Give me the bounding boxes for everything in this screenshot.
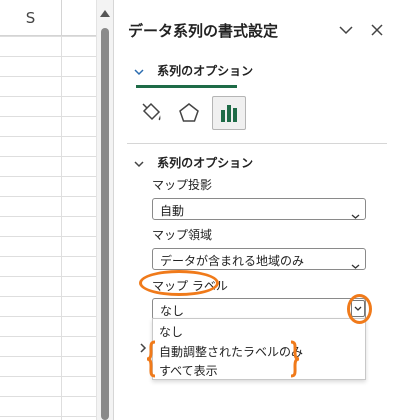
column-header-next[interactable] xyxy=(62,0,96,36)
select-value: データが含まれる地域のみ xyxy=(160,254,305,268)
spreadsheet-area[interactable]: S xyxy=(0,0,96,420)
map-area-select[interactable]: データが含まれる地域のみ xyxy=(152,248,366,270)
chevron-down-icon xyxy=(339,26,353,35)
chevron-down-icon xyxy=(134,153,144,172)
map-labels-dropdown-list: なし 自動調整されたラベルのみ すべて表示 xyxy=(152,318,366,380)
annotation-ellipse xyxy=(139,270,219,296)
fill-bucket-icon xyxy=(142,102,161,121)
effects-category-button[interactable] xyxy=(172,96,206,130)
close-icon xyxy=(371,24,383,36)
bar-chart-icon xyxy=(221,105,237,122)
annotation-left-brace xyxy=(146,340,156,378)
vertical-scrollbar[interactable] xyxy=(96,0,113,420)
pane-options-button[interactable] xyxy=(336,20,356,40)
map-projection-select[interactable]: 自動 xyxy=(152,198,366,220)
annotation-right-brace xyxy=(290,340,300,378)
pane-title: データ系列の書式設定 xyxy=(128,22,279,40)
map-labels-select[interactable]: なし xyxy=(152,298,366,320)
section-label: 系列のオプション xyxy=(157,156,254,170)
column-header-row: S xyxy=(0,0,96,36)
format-data-series-pane: データ系列の書式設定 系列のオプション 系列のオプション マップ投影 自動 マッ… xyxy=(113,0,400,420)
tab-active-underline xyxy=(136,85,237,88)
chevron-down-icon xyxy=(351,255,360,274)
tab-label: 系列のオプション xyxy=(157,64,254,78)
dropdown-option-none[interactable]: なし xyxy=(159,323,183,340)
scroll-up-icon[interactable] xyxy=(100,10,110,17)
tab-series-options[interactable]: 系列のオプション xyxy=(134,60,253,86)
section-series-options-header[interactable]: 系列のオプション xyxy=(134,152,253,172)
select-value: なし xyxy=(160,304,185,318)
series-options-category-button[interactable] xyxy=(212,96,246,130)
column-header-s[interactable]: S xyxy=(0,0,62,36)
cell-grid[interactable] xyxy=(0,36,96,420)
map-area-label: マップ領域 xyxy=(152,228,213,242)
close-pane-button[interactable] xyxy=(367,20,387,40)
dropdown-option-best-fit-only[interactable]: 自動調整されたラベルのみ xyxy=(159,343,303,360)
pentagon-icon xyxy=(179,103,199,122)
map-projection-label: マップ投影 xyxy=(152,178,213,192)
dropdown-option-show-all[interactable]: すべて表示 xyxy=(159,362,218,379)
chevron-down-icon xyxy=(351,205,360,224)
chevron-down-icon xyxy=(134,61,144,80)
annotation-circle xyxy=(347,294,372,324)
pane-divider xyxy=(127,143,387,144)
scrollbar-thumb[interactable] xyxy=(101,28,109,420)
fill-line-category-button[interactable] xyxy=(134,96,168,130)
select-value: 自動 xyxy=(160,204,185,218)
